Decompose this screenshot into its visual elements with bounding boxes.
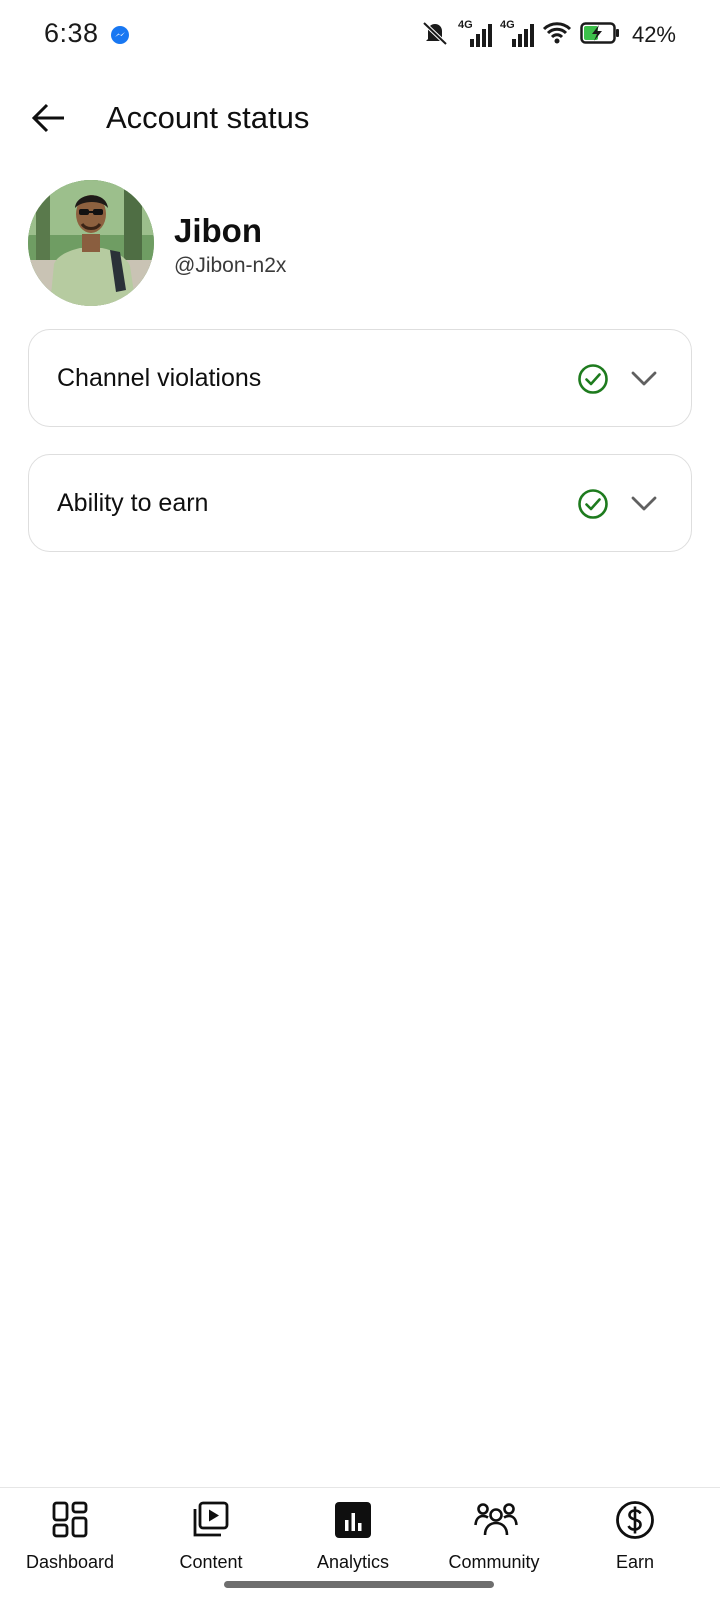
mute-icon (420, 20, 450, 51)
app-header: Account status (0, 80, 720, 160)
status-time: 6:38 (44, 18, 99, 48)
channel-name: Jibon (174, 212, 262, 249)
chevron-down-icon (629, 366, 659, 392)
nav-label: Dashboard (25, 1552, 115, 1572)
channel-profile: Jibon @Jibon-n2x (28, 180, 692, 308)
nav-dashboard[interactable]: Dashboard (0, 1500, 142, 1580)
analytics-icon (333, 1500, 373, 1540)
avatar (28, 180, 154, 306)
channel-handle: @Jibon-n2x (174, 254, 287, 277)
nav-label: Community (448, 1552, 540, 1572)
nav-content[interactable]: Content (139, 1500, 283, 1580)
nav-community[interactable]: Community (422, 1500, 566, 1580)
status-icons: 4G 4G 42% (420, 19, 676, 51)
nav-label: Content (179, 1552, 243, 1572)
signal-icon: 4G (500, 19, 534, 49)
dashboard-icon (50, 1500, 90, 1540)
card-label: Channel violations (57, 364, 262, 392)
screen: 6:38 4G 4G 42% Account status Jibon @Jib… (0, 0, 720, 1600)
channel-violations-card[interactable]: Channel violations (28, 329, 692, 427)
check-circle-icon (577, 488, 609, 520)
back-button[interactable] (24, 96, 72, 144)
nav-label: Earn (615, 1552, 655, 1572)
arrow-left-icon (30, 102, 66, 139)
battery-percent: 42% (631, 22, 676, 47)
nav-analytics[interactable]: Analytics (281, 1500, 425, 1580)
check-circle-icon (577, 363, 609, 395)
nav-earn[interactable]: Earn (563, 1500, 707, 1580)
chevron-down-icon (629, 491, 659, 517)
signal-icon: 4G (458, 19, 492, 49)
community-icon (474, 1500, 518, 1540)
messenger-icon (111, 26, 129, 44)
wifi-icon (542, 21, 572, 50)
home-indicator[interactable] (224, 1581, 494, 1588)
status-bar: 6:38 4G 4G 42% (0, 0, 720, 72)
nav-label: Analytics (316, 1552, 390, 1572)
battery-charging-icon (580, 21, 620, 50)
page-title: Account status (106, 100, 310, 135)
ability-to-earn-card[interactable]: Ability to earn (28, 454, 692, 552)
content-icon (191, 1500, 231, 1540)
card-label: Ability to earn (57, 489, 209, 517)
earn-icon (615, 1500, 655, 1540)
